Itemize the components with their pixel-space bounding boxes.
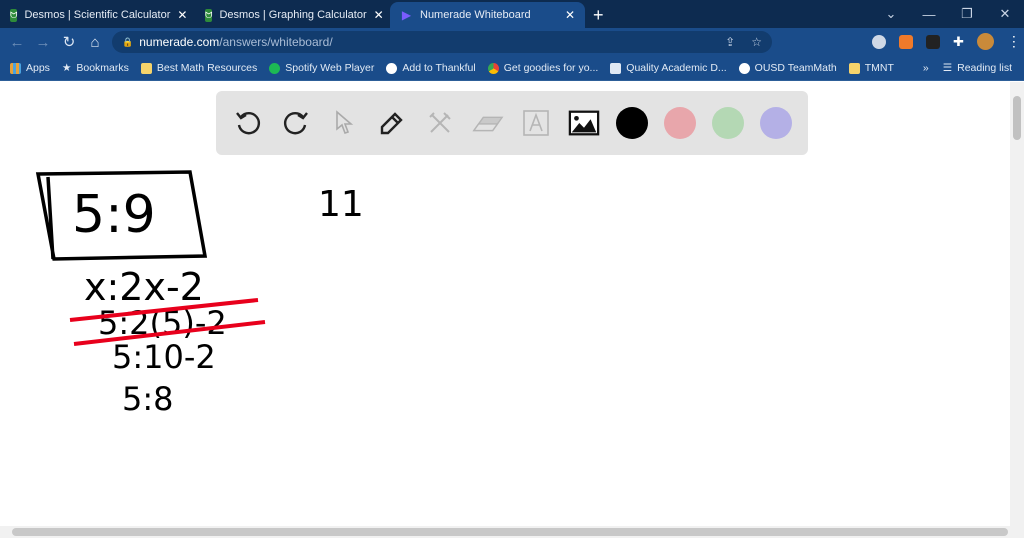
bookmark-label: Apps bbox=[26, 62, 50, 74]
avatar[interactable] bbox=[976, 33, 994, 50]
reading-list-button[interactable]: ☰ Reading list bbox=[943, 62, 1012, 74]
tab-numerade-whiteboard[interactable]: ▶ Numerade Whiteboard ✕ bbox=[390, 2, 585, 28]
new-tab-button[interactable]: + bbox=[593, 2, 604, 28]
share-icon[interactable]: ⇪ bbox=[725, 35, 735, 49]
desmos-icon: ᗢ bbox=[205, 8, 213, 22]
bookmark-label: Bookmarks bbox=[76, 62, 129, 74]
globe-icon bbox=[738, 62, 750, 74]
equation-line: x:2x-2 bbox=[84, 265, 204, 309]
reading-list-label: Reading list bbox=[957, 62, 1012, 74]
address-bar[interactable]: 🔒 numerade.com/answers/whiteboard/ ⇪ ☆ bbox=[112, 31, 772, 53]
bookmark-star-icon[interactable]: ☆ bbox=[751, 35, 762, 49]
minimize-button[interactable]: — bbox=[910, 7, 948, 22]
close-window-button[interactable]: ✕ bbox=[986, 6, 1024, 22]
vertical-scrollbar[interactable] bbox=[1010, 82, 1024, 526]
star-icon: ★ bbox=[61, 62, 72, 74]
bookmark-label: OUSD TeamMath bbox=[754, 62, 837, 74]
menu-kebab-icon[interactable]: ⋮ bbox=[1007, 33, 1021, 50]
globe-icon bbox=[386, 62, 398, 74]
tab-search-icon[interactable]: ⌄ bbox=[872, 6, 910, 22]
tab-title: Desmos | Scientific Calculator bbox=[24, 9, 171, 21]
folder-icon bbox=[848, 62, 860, 74]
url-path: /answers/whiteboard/ bbox=[219, 35, 333, 49]
apps-grid-icon bbox=[10, 62, 21, 74]
tab-title: Numerade Whiteboard bbox=[420, 9, 531, 21]
tab-bar: ᗢ Desmos | Scientific Calculator ✕ ᗢ Desmos… bbox=[0, 0, 1024, 28]
back-icon[interactable]: ← bbox=[4, 34, 30, 51]
side-note: 11 bbox=[318, 184, 364, 225]
extensions-puzzle-icon[interactable]: ✚ bbox=[953, 34, 964, 50]
chrome-icon bbox=[487, 62, 499, 74]
handwriting-layer: 5:9 x:2x-2 5:2(5)-2 5:10-2 5:8 11 bbox=[35, 170, 364, 418]
forward-icon[interactable]: → bbox=[30, 34, 56, 51]
tab-title: Desmos | Graphing Calculator bbox=[219, 9, 367, 21]
desmos-icon: ᗢ bbox=[10, 8, 18, 22]
browser-toolbar: ← → ↻ ⌂ 🔒 numerade.com/answers/whiteboar… bbox=[0, 28, 1024, 56]
tab-desmos-graphing[interactable]: ᗢ Desmos | Graphing Calculator ✕ bbox=[195, 2, 390, 28]
close-tab-icon[interactable]: ✕ bbox=[565, 8, 575, 22]
url-domain: numerade.com bbox=[139, 35, 220, 49]
close-tab-icon[interactable]: ✕ bbox=[374, 8, 384, 22]
scroll-thumb[interactable] bbox=[1013, 96, 1021, 140]
restore-button[interactable]: ❐ bbox=[948, 6, 986, 22]
extension-icon[interactable] bbox=[872, 34, 886, 49]
spotify-icon bbox=[269, 62, 281, 74]
scroll-thumb[interactable] bbox=[12, 528, 1008, 536]
home-icon[interactable]: ⌂ bbox=[82, 34, 108, 51]
bookmark-label: Add to Thankful bbox=[402, 62, 476, 74]
bookmark-quality-academic[interactable]: Quality Academic D... bbox=[610, 62, 727, 74]
numerade-icon: ▶ bbox=[401, 8, 412, 22]
bookmark-ousd[interactable]: OUSD TeamMath bbox=[738, 62, 837, 74]
boxed-answer: 5:9 bbox=[72, 185, 156, 245]
more-bookmarks-button[interactable]: » bbox=[923, 62, 929, 74]
bookmark-label: Quality Academic D... bbox=[626, 62, 727, 74]
bookmark-label: TMNT bbox=[864, 62, 894, 74]
reading-list-icon: ☰ bbox=[942, 62, 953, 74]
lock-icon: 🔒 bbox=[122, 36, 134, 47]
bookmark-tmnt[interactable]: TMNT bbox=[848, 62, 894, 74]
bookmark-label: Spotify Web Player bbox=[285, 62, 375, 74]
extension-icon[interactable] bbox=[899, 34, 913, 49]
bookmarks-bar: Apps ★ Bookmarks Best Math Resources Spot… bbox=[0, 56, 1024, 81]
page-icon bbox=[610, 62, 622, 74]
tab-desmos-scientific[interactable]: ᗢ Desmos | Scientific Calculator ✕ bbox=[0, 2, 195, 28]
bookmark-label: Get goodies for yo... bbox=[503, 62, 599, 74]
bookmark-label: Best Math Resources bbox=[156, 62, 258, 74]
whiteboard-canvas[interactable]: 5:9 x:2x-2 5:2(5)-2 5:10-2 5:8 11 bbox=[0, 82, 1010, 526]
bookmark-best-math[interactable]: Best Math Resources bbox=[140, 62, 258, 74]
close-tab-icon[interactable]: ✕ bbox=[177, 8, 187, 22]
equation-line: 5:8 bbox=[122, 380, 174, 418]
reload-icon[interactable]: ↻ bbox=[56, 33, 82, 51]
extension-icon[interactable] bbox=[926, 34, 940, 49]
bookmark-spotify[interactable]: Spotify Web Player bbox=[269, 62, 374, 74]
bookmark-thankful[interactable]: Add to Thankful bbox=[386, 62, 476, 74]
bookmark-apps[interactable]: Apps bbox=[10, 62, 50, 74]
horizontal-scrollbar[interactable] bbox=[0, 526, 1024, 538]
bookmark-goodies[interactable]: Get goodies for yo... bbox=[487, 62, 599, 74]
folder-icon bbox=[140, 62, 152, 74]
equation-line: 5:10-2 bbox=[112, 338, 216, 376]
bookmark-bookmarks[interactable]: ★ Bookmarks bbox=[62, 62, 129, 74]
